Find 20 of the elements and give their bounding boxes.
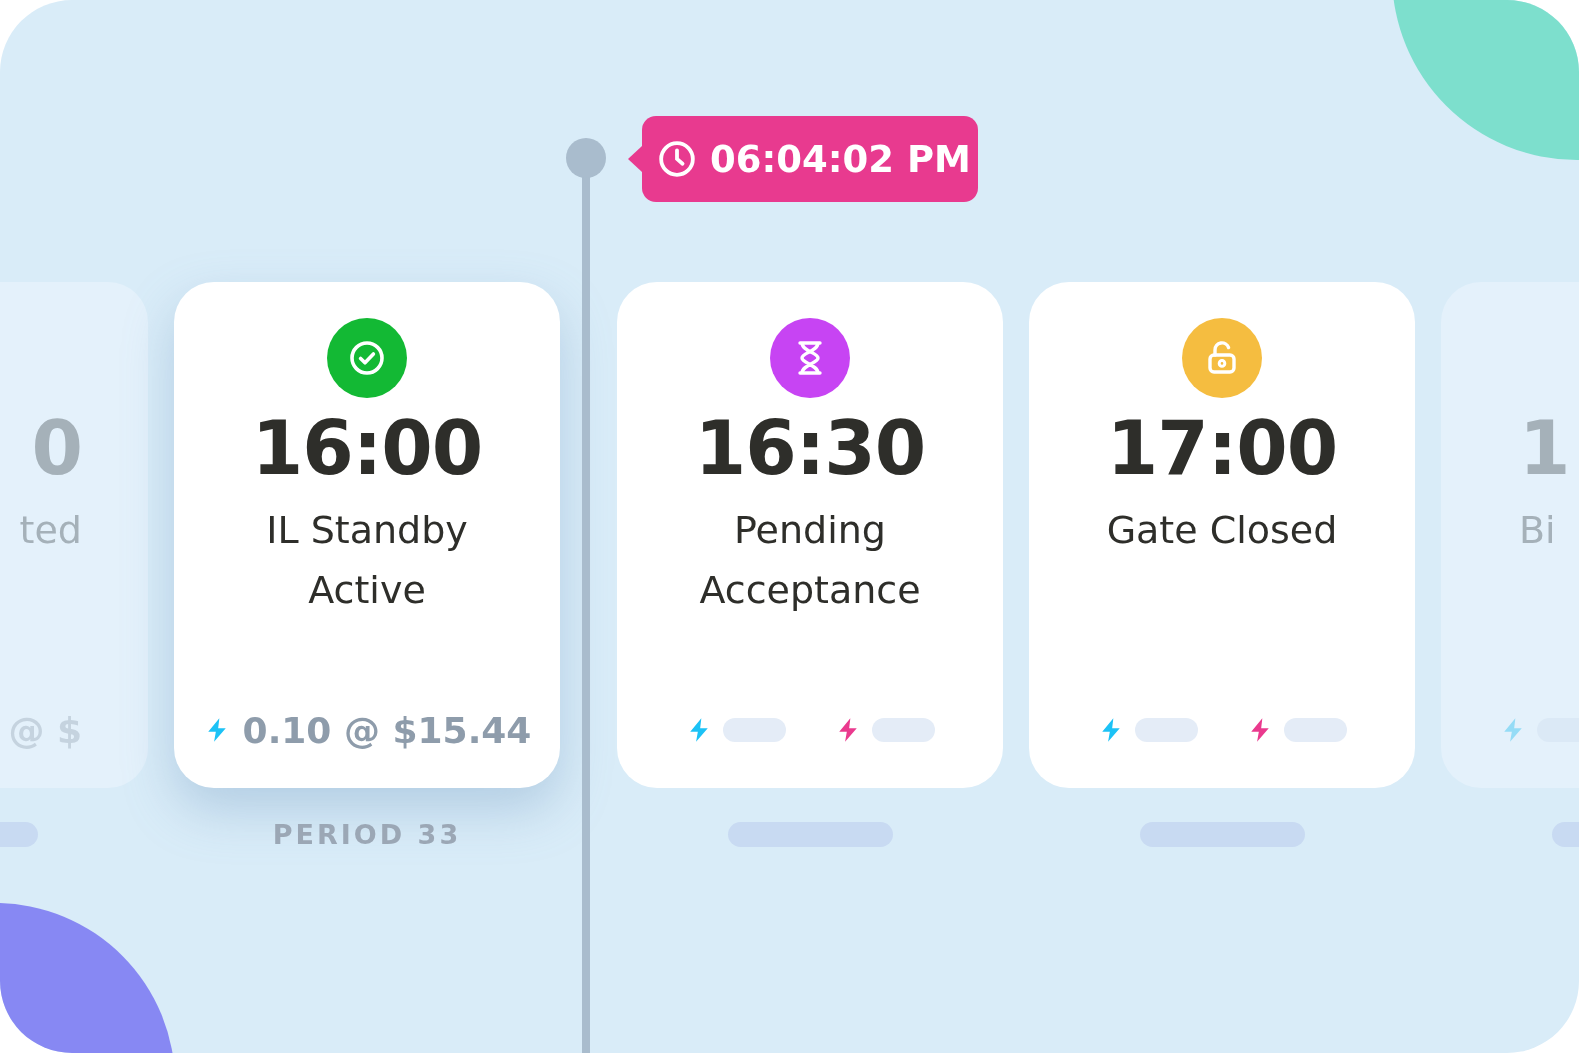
slot-label: IL Standby Active xyxy=(266,507,468,614)
placeholder-bar xyxy=(872,718,935,742)
slot-label: Gate Closed xyxy=(1106,507,1338,554)
price-text: @ $ xyxy=(8,709,82,751)
slot-label: Bi xyxy=(1519,507,1556,554)
placeholder-bar xyxy=(1135,718,1198,742)
period-label: PERIOD 33 xyxy=(272,818,462,850)
slot-time: 16:00 xyxy=(251,408,483,488)
slot-time: 0 xyxy=(31,408,82,488)
placeholder-bar xyxy=(723,718,786,742)
slot-time: 1 xyxy=(1519,408,1570,488)
slot-time: 16:30 xyxy=(694,408,926,488)
slot-label: ted xyxy=(19,507,82,554)
slot-label: Pending Acceptance xyxy=(699,507,921,614)
placeholder-bar xyxy=(1284,718,1347,742)
tooltip-time: 06:04:02 PM xyxy=(710,137,971,181)
timeline-dot xyxy=(566,138,606,178)
clock-icon xyxy=(658,140,696,178)
price-text: 0.10 @ $15.44 xyxy=(242,709,532,751)
slot-time: 17:00 xyxy=(1106,408,1338,488)
